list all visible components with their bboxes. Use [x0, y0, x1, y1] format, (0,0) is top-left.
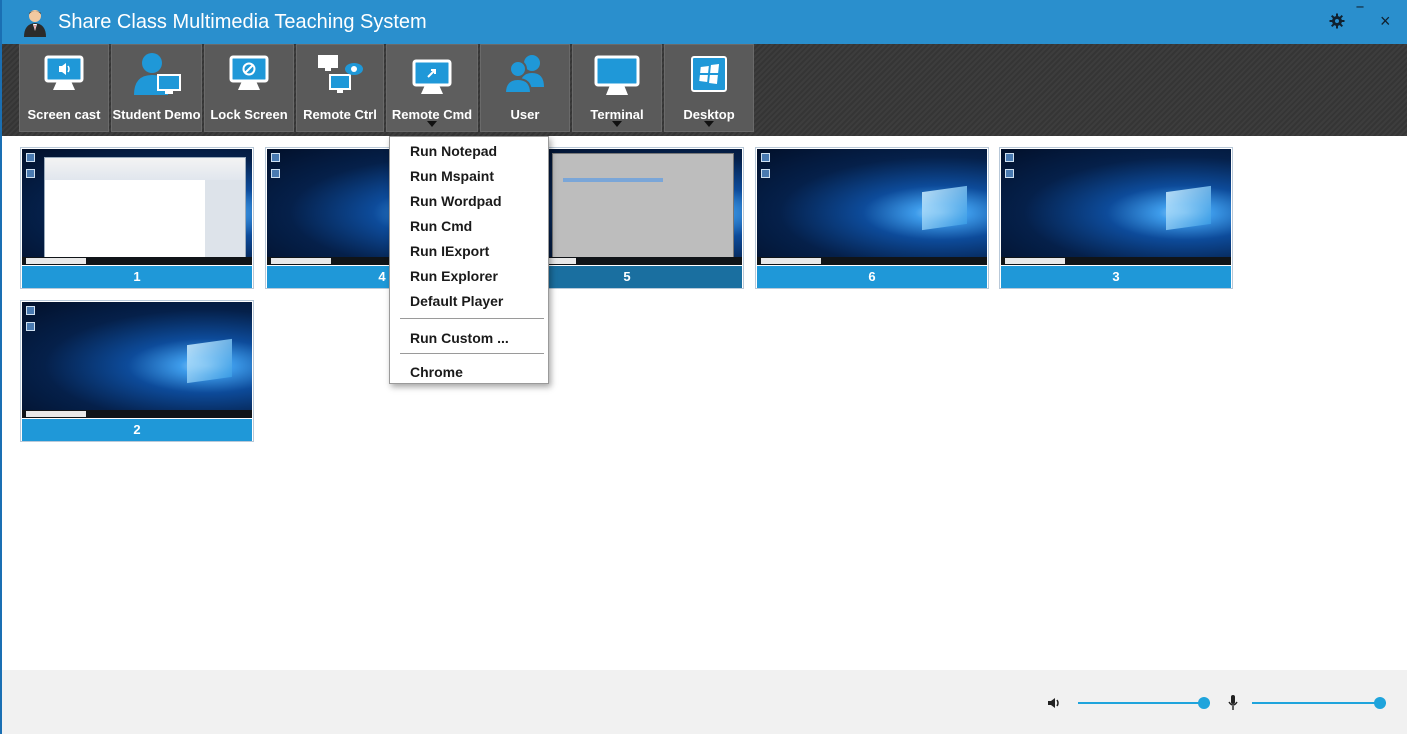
remote-ctrl-button[interactable]: Remote Ctrl: [296, 44, 384, 132]
desktop-shortcut-icon: [26, 322, 35, 331]
menu-item-run-iexport[interactable]: Run IExport: [410, 243, 489, 259]
speaker-icon[interactable]: [1048, 697, 1062, 709]
recycle-bin-icon: [26, 153, 35, 162]
desktop-shortcut-icon: [761, 169, 770, 178]
bottom-bar: [2, 670, 1407, 734]
volume-slider[interactable]: [1078, 696, 1210, 710]
desktop-shortcut-icon: [271, 169, 280, 178]
toolbar: Screen cast Student Demo Lock Screen Rem…: [2, 44, 1407, 136]
menu-item-run-wordpad[interactable]: Run Wordpad: [410, 193, 502, 209]
lock-screen-button[interactable]: Lock Screen: [204, 44, 294, 132]
app-title: Share Class Multimedia Teaching System: [58, 11, 427, 33]
minimize-button[interactable]: ‾: [1357, 6, 1363, 24]
open-window: [552, 153, 734, 259]
lock-screen-label: Lock Screen: [210, 107, 288, 122]
menu-separator: [400, 318, 544, 319]
student-screen: [1001, 149, 1231, 265]
volume-knob[interactable]: [1198, 697, 1210, 709]
student-label: 1: [22, 266, 252, 288]
settings-gear-icon[interactable]: [1329, 13, 1345, 34]
menu-item-chrome[interactable]: Chrome: [410, 364, 463, 380]
menu-item-run-explorer[interactable]: Run Explorer: [410, 268, 498, 284]
menu-item-run-mspaint[interactable]: Run Mspaint: [410, 168, 494, 184]
chevron-down-icon: [427, 121, 437, 127]
paint-window: [44, 157, 246, 259]
student-screen: [22, 302, 252, 418]
student-thumbnail-2[interactable]: 2: [20, 300, 254, 442]
microphone-icon[interactable]: [1228, 695, 1238, 711]
recycle-bin-icon: [271, 153, 280, 162]
student-demo-button[interactable]: Student Demo: [111, 44, 202, 132]
terminal-icon: [594, 55, 640, 95]
remote-ctrl-label: Remote Ctrl: [303, 107, 377, 122]
chevron-down-icon: [612, 121, 622, 127]
remote-cmd-menu: Run Notepad Run Mspaint Run Wordpad Run …: [389, 136, 549, 384]
student-demo-icon: [133, 53, 181, 95]
student-label: 6: [757, 266, 987, 288]
student-label: 3: [1001, 266, 1231, 288]
user-icon: [503, 55, 544, 94]
lock-screen-icon: [229, 55, 269, 90]
recycle-bin-icon: [1005, 153, 1014, 162]
app-window: Share Class Multimedia Teaching System ‾…: [0, 0, 1407, 734]
menu-item-run-cmd[interactable]: Run Cmd: [410, 218, 472, 234]
student-thumbnail-1[interactable]: 1: [20, 147, 254, 289]
menu-item-run-custom[interactable]: Run Custom ...: [410, 330, 509, 346]
remote-cmd-button[interactable]: Remote Cmd: [386, 44, 478, 132]
student-screen: [22, 149, 252, 265]
recycle-bin-icon: [761, 153, 770, 162]
screen-cast-label: Screen cast: [27, 107, 101, 122]
menu-item-default-player[interactable]: Default Player: [410, 293, 503, 309]
mic-track: [1252, 702, 1386, 704]
student-thumbnail-6[interactable]: 6: [755, 147, 989, 289]
mic-slider[interactable]: [1252, 696, 1386, 710]
desktop-label: Desktop: [683, 107, 735, 122]
chevron-down-icon: [704, 121, 714, 127]
remote-ctrl-icon: [318, 55, 363, 93]
desktop-shortcut-icon: [1005, 169, 1014, 178]
teacher-avatar-icon: [24, 10, 46, 37]
desktop-shortcut-icon: [26, 169, 35, 178]
student-label: 2: [22, 419, 252, 441]
desktop-button[interactable]: Desktop: [664, 44, 754, 132]
recycle-bin-icon: [26, 306, 35, 315]
remote-cmd-icon: [412, 59, 452, 94]
terminal-label: Terminal: [590, 107, 644, 122]
menu-item-run-notepad[interactable]: Run Notepad: [410, 143, 497, 159]
student-demo-label: Student Demo: [112, 107, 201, 122]
student-screen: [757, 149, 987, 265]
screen-cast-button[interactable]: Screen cast: [19, 44, 109, 132]
mic-knob[interactable]: [1374, 697, 1386, 709]
menu-separator: [400, 353, 544, 354]
screen-cast-icon: [44, 55, 84, 90]
student-thumbnail-3[interactable]: 3: [999, 147, 1233, 289]
close-button[interactable]: ×: [1380, 12, 1391, 30]
volume-track: [1078, 702, 1210, 704]
title-bar[interactable]: Share Class Multimedia Teaching System ‾…: [2, 0, 1407, 44]
user-label: User: [510, 107, 540, 122]
terminal-button[interactable]: Terminal: [572, 44, 662, 132]
desktop-icon: [691, 56, 727, 92]
user-button[interactable]: User: [480, 44, 570, 132]
remote-cmd-label: Remote Cmd: [391, 107, 473, 122]
